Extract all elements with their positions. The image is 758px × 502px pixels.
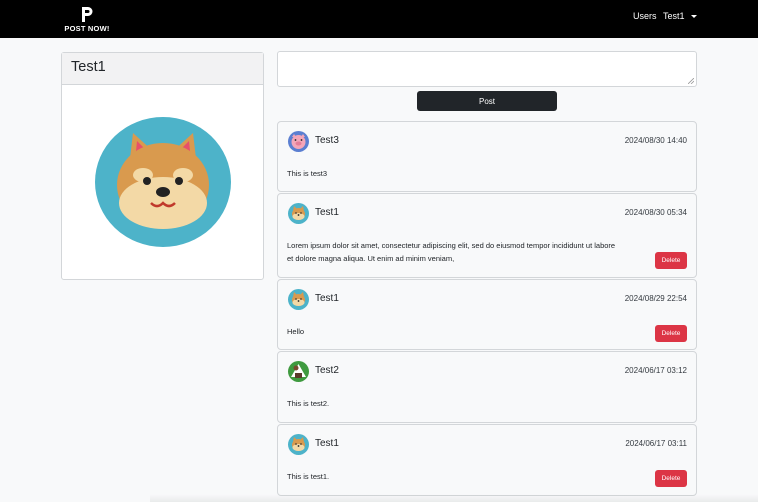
delete-button[interactable]: Delete (655, 470, 687, 487)
resize-grip-icon[interactable] (688, 78, 694, 84)
post-card: Test1 2024/06/17 03:11 This is test1. De… (277, 424, 697, 496)
post-card: Test1 2024/08/30 05:34 Lorem ipsum dolor… (277, 193, 697, 278)
post-text: This is test2. (287, 399, 330, 408)
onigiri-icon (288, 361, 309, 382)
post-author: Test1 (315, 207, 339, 218)
post-date: 2024/06/17 03:12 (624, 366, 687, 375)
post-button[interactable]: Post (417, 91, 557, 111)
navbar: POST NOW! Users Test1 (0, 0, 758, 38)
brand-p-icon (82, 7, 93, 22)
post-author: Test3 (315, 135, 339, 146)
post-text-input[interactable] (277, 51, 697, 87)
post-text: This is test1. (287, 472, 330, 481)
user-menu-dropdown[interactable]: Test1 (663, 11, 697, 21)
brand-logo[interactable]: POST NOW! (63, 4, 111, 34)
bottom-shadow (150, 494, 758, 502)
profile-avatar-shiba-dog-icon (93, 115, 233, 249)
post-author: Test2 (315, 365, 339, 376)
caret-down-icon (690, 14, 697, 18)
shiba-dog-icon (288, 434, 309, 455)
pig-icon (288, 131, 309, 152)
profile-card: Test1 (61, 52, 264, 280)
post-text: Lorem ipsum dolor sit amet, consectetur … (287, 239, 615, 265)
post-text: This is test3 (287, 169, 328, 178)
nav-users-link[interactable]: Users (633, 11, 657, 21)
profile-name: Test1 (62, 53, 263, 85)
post-author: Test1 (315, 438, 339, 449)
post-text-line: Lorem ipsum dolor sit amet, consectetur … (287, 241, 616, 250)
post-text: Hello (287, 327, 305, 336)
delete-button[interactable]: Delete (655, 325, 687, 342)
brand-name: POST NOW! (64, 24, 110, 33)
post-date: 2024/08/29 22:54 (624, 294, 687, 303)
post-date: 2024/08/30 14:40 (624, 136, 687, 145)
post-text-line: et dolore magna aliqua. Ut enim ad minim… (287, 254, 455, 263)
shiba-dog-icon (288, 203, 309, 224)
post-author: Test1 (315, 293, 339, 304)
post-card: Test3 2024/08/30 14:40 This is test3 (277, 121, 697, 192)
shiba-dog-icon (288, 289, 309, 310)
post-card: Test1 2024/08/29 22:54 Hello Delete (277, 279, 697, 350)
post-date: 2024/08/30 05:34 (624, 208, 687, 217)
delete-button[interactable]: Delete (655, 252, 687, 269)
post-date: 2024/06/17 03:11 (625, 439, 687, 448)
current-user-name: Test1 (663, 11, 685, 21)
post-card: Test2 2024/06/17 03:12 This is test2. (277, 351, 697, 423)
